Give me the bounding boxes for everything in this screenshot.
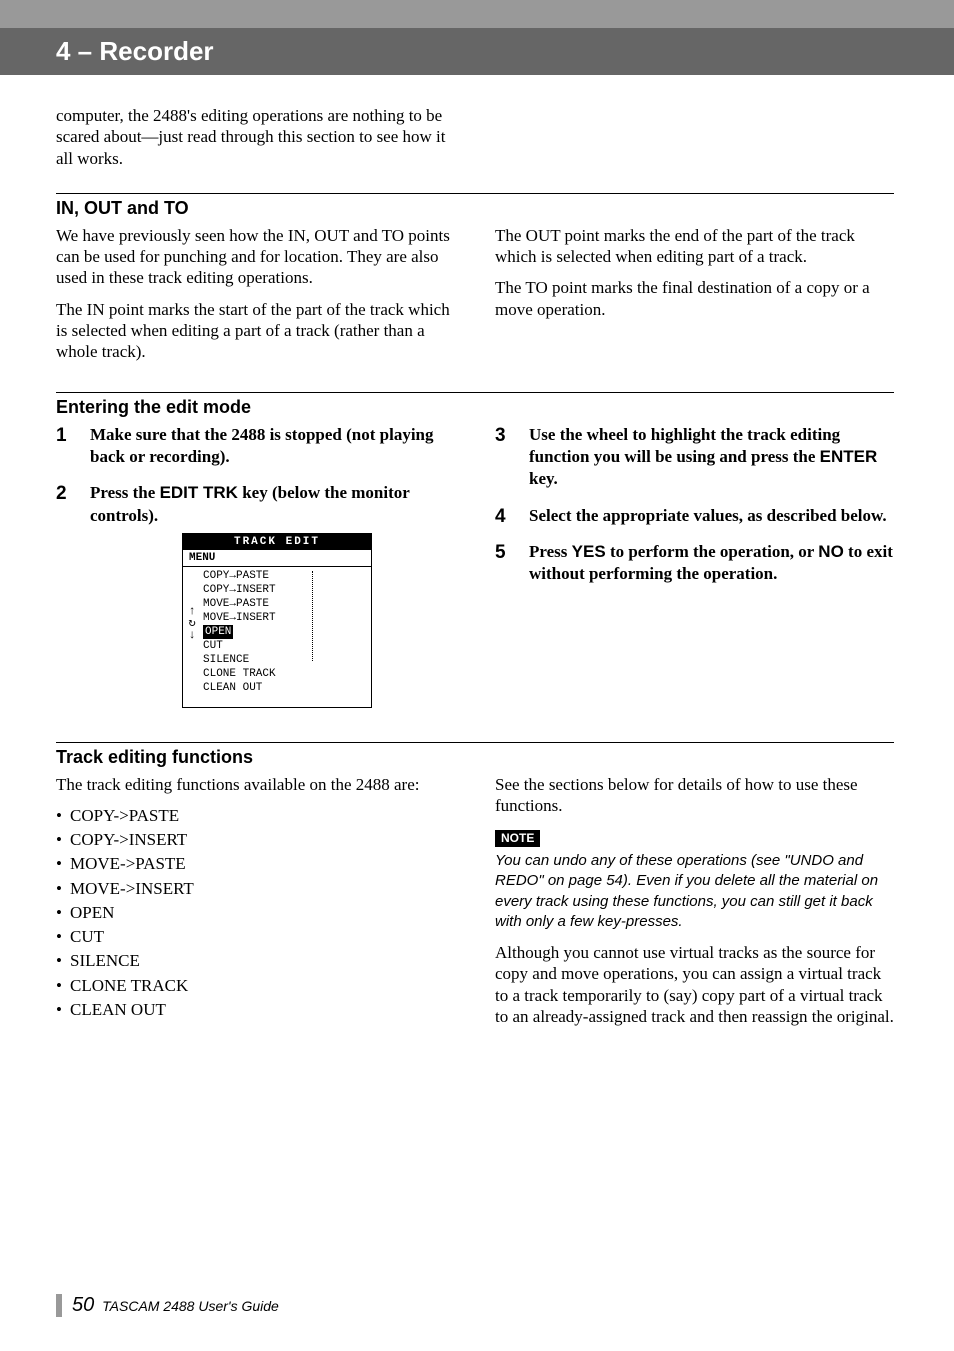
step-4: Select the appropriate values, as descri… (495, 505, 894, 527)
lcd-item: COPY→PASTE (203, 569, 367, 583)
step3-after: key. (529, 469, 558, 488)
list-item: MOVE->PASTE (56, 853, 455, 874)
lcd-item: CLEAN OUT (203, 681, 367, 695)
list-item: COPY->INSERT (56, 829, 455, 850)
lcd-item: CLONE TRACK (203, 667, 367, 681)
list-item: MOVE->INSERT (56, 878, 455, 899)
trackfn-columns: The track editing functions available on… (56, 774, 894, 1038)
editmode-left-col: Make sure that the 2488 is stopped (not … (56, 424, 455, 721)
inout-right-col: The OUT point marks the end of the part … (495, 225, 894, 373)
lcd-scroll-arrows: ↑↻↓ (185, 605, 199, 641)
intro-paragraph: computer, the 2488's editing operations … (56, 105, 456, 169)
trackfn-left-intro: The track editing functions available on… (56, 774, 455, 795)
list-item: CLEAN OUT (56, 999, 455, 1020)
page-number: 50 (72, 1294, 94, 1316)
list-item: COPY->PASTE (56, 805, 455, 826)
steps-left: Make sure that the 2488 is stopped (not … (56, 424, 455, 707)
note-text: You can undo any of these operations (se… (495, 851, 894, 932)
lcd-menu-label: MENU (183, 550, 371, 567)
editmode-columns: Make sure that the 2488 is stopped (not … (56, 424, 894, 721)
page-content: computer, the 2488's editing operations … (0, 105, 954, 1037)
inout-right-p2: The TO point marks the final destination… (495, 277, 894, 320)
section-header-bar: 4 – Recorder (0, 28, 954, 75)
edit-trk-key: EDIT TRK (160, 483, 238, 502)
lcd-body: ↑↻↓ COPY→PASTE COPY→INSERT MOVE→PASTE MO… (183, 567, 371, 707)
lcd-divider (312, 571, 313, 661)
rule (56, 193, 894, 194)
step2-before: Press the (90, 483, 160, 502)
no-key: NO (818, 542, 844, 561)
lcd-item: SILENCE (203, 653, 367, 667)
top-gray-bar (0, 0, 954, 28)
trackfn-left-col: The track editing functions available on… (56, 774, 455, 1038)
lcd-screen: TRACK EDIT MENU ↑↻↓ COPY→PASTE COPY→INSE… (182, 533, 372, 708)
steps-right: Use the wheel to highlight the track edi… (495, 424, 894, 585)
lcd-item: CUT (203, 639, 367, 653)
page-footer: 50 TASCAM 2488 User's Guide (56, 1294, 279, 1317)
inout-right-p1: The OUT point marks the end of the part … (495, 225, 894, 268)
step-3: Use the wheel to highlight the track edi… (495, 424, 894, 490)
heading-edit-mode: Entering the edit mode (56, 397, 894, 418)
yes-key: YES (572, 542, 606, 561)
step5-before: Press (529, 542, 572, 561)
step-5: Press YES to perform the operation, or N… (495, 541, 894, 585)
list-item: CUT (56, 926, 455, 947)
inout-left-col: We have previously seen how the IN, OUT … (56, 225, 455, 373)
trackfn-right-p2: Although you cannot use virtual tracks a… (495, 942, 894, 1027)
inout-left-p2: The IN point marks the start of the part… (56, 299, 455, 363)
list-item: OPEN (56, 902, 455, 923)
lcd-item: MOVE→PASTE (203, 597, 367, 611)
rule (56, 742, 894, 743)
lcd-item: MOVE→INSERT (203, 611, 367, 625)
inout-columns: We have previously seen how the IN, OUT … (56, 225, 894, 373)
enter-key: ENTER (820, 447, 878, 466)
step3-before: Use the wheel to highlight the track edi… (529, 425, 840, 466)
inout-left-p1: We have previously seen how the IN, OUT … (56, 225, 455, 289)
list-item: SILENCE (56, 950, 455, 971)
step5-mid: to perform the operation, or (606, 542, 819, 561)
lcd-title: TRACK EDIT (183, 534, 371, 550)
lcd-items: COPY→PASTE COPY→INSERT MOVE→PASTE MOVE→I… (203, 569, 367, 695)
guide-text: TASCAM 2488 User's Guide (98, 1298, 279, 1314)
trackfn-right-col: See the sections below for details of ho… (495, 774, 894, 1038)
step-1: Make sure that the 2488 is stopped (not … (56, 424, 455, 468)
trackfn-right-intro: See the sections below for details of ho… (495, 774, 894, 817)
trackfn-bullet-list: COPY->PASTE COPY->INSERT MOVE->PASTE MOV… (56, 805, 455, 1020)
section-title: 4 – Recorder (56, 36, 934, 67)
heading-in-out-to: IN, OUT and TO (56, 198, 894, 219)
step-2: Press the EDIT TRK key (below the monito… (56, 482, 455, 707)
list-item: CLONE TRACK (56, 975, 455, 996)
note-badge: NOTE (495, 830, 540, 847)
lcd-item: COPY→INSERT (203, 583, 367, 597)
editmode-right-col: Use the wheel to highlight the track edi… (495, 424, 894, 721)
heading-track-editing: Track editing functions (56, 747, 894, 768)
lcd-item-selected: OPEN (203, 625, 233, 639)
rule (56, 392, 894, 393)
